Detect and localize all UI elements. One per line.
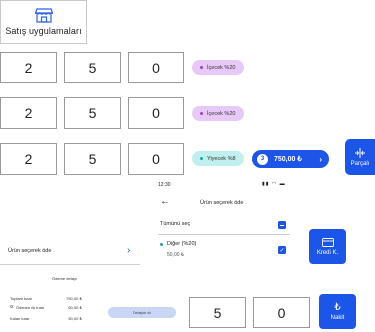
keypad-key[interactable]: 0 — [128, 52, 184, 83]
keypad-key[interactable]: 2 — [0, 143, 57, 175]
select-all-label: Tümünü seç — [160, 221, 191, 227]
total-button[interactable]: 3 750,00 ₺ › — [252, 150, 329, 168]
sales-apps-label: Satış uygulamaları — [5, 26, 82, 36]
category-pill[interactable]: Yiyecek %8 — [192, 151, 244, 166]
lira-icon: ₺ — [334, 301, 341, 313]
split-payment-button[interactable]: Parçalı — [345, 139, 375, 175]
category-dot — [200, 157, 203, 160]
credit-card-label: Kredi K. — [316, 249, 339, 256]
chevron-right-icon[interactable]: › — [127, 245, 130, 256]
split-icon — [355, 147, 365, 158]
detail-bullet — [10, 305, 13, 308]
item-dot — [160, 243, 163, 246]
status-time: 12:30 — [158, 182, 171, 188]
cash-label: Nakit — [330, 314, 345, 321]
credit-card-icon — [321, 237, 334, 247]
total-amount: 750,00 ₺ — [274, 156, 302, 163]
category-label: İçecek %20 — [207, 110, 236, 117]
category-pill[interactable]: İçecek %20 — [192, 60, 244, 75]
category-dot — [200, 112, 203, 115]
item-count-badge: 3 — [257, 153, 268, 165]
keypad-key[interactable]: 5 — [64, 143, 121, 175]
chevron-right-icon: › — [319, 154, 322, 164]
detail-label: Toplam tutar — [10, 296, 33, 301]
pay-by-item-label: Ürün seçerek öde — [8, 248, 52, 254]
item-name: Diğer (%20) — [167, 241, 197, 247]
cash-button[interactable]: ₺ Nakit — [319, 294, 356, 329]
detail-label: Kalan tutar — [10, 316, 30, 321]
payment-details-title: Ödeme detayı — [52, 276, 78, 281]
status-icons: ▮▮ ◠ ▬ — [262, 181, 286, 187]
storefront-icon — [34, 8, 53, 23]
keypad-key[interactable]: 5 — [64, 52, 121, 83]
details-pill[interactable]: Detaylar ok — [108, 307, 176, 318]
sales-apps-tile[interactable]: Satış uygulamaları — [0, 0, 87, 44]
keypad-key[interactable]: 0 — [128, 97, 184, 129]
split-label: Parçalı — [350, 160, 370, 167]
divider — [158, 234, 290, 235]
detail-value: 60,00 ₺ — [68, 305, 82, 310]
keypad-key[interactable]: 0 — [128, 143, 184, 175]
divider — [0, 264, 140, 265]
keypad-key[interactable]: 5 — [189, 297, 246, 328]
screen-title: Ürün seçerek öde — [200, 200, 244, 206]
back-arrow-icon[interactable]: ← — [160, 196, 170, 207]
item-checkbox[interactable]: ✓ — [278, 246, 286, 254]
category-label: Yiyecek %8 — [207, 155, 236, 162]
category-dot — [200, 66, 203, 69]
detail-label: Ödenen ilk tutar — [16, 305, 45, 310]
item-price: 50,00 ₺ — [167, 252, 185, 258]
credit-card-button[interactable]: Kredi K. — [309, 229, 346, 264]
detail-value: 50,00 ₺ — [68, 316, 82, 321]
select-all-checkbox[interactable] — [278, 221, 286, 229]
keypad-key[interactable]: 0 — [253, 297, 310, 328]
keypad-key[interactable]: 2 — [0, 52, 57, 83]
category-label: İçecek %20 — [207, 64, 236, 71]
keypad-key[interactable]: 2 — [0, 97, 57, 129]
category-pill[interactable]: İçecek %20 — [192, 106, 244, 121]
keypad-key[interactable]: 5 — [64, 97, 121, 129]
detail-value: 750,00 ₺ — [66, 296, 82, 301]
